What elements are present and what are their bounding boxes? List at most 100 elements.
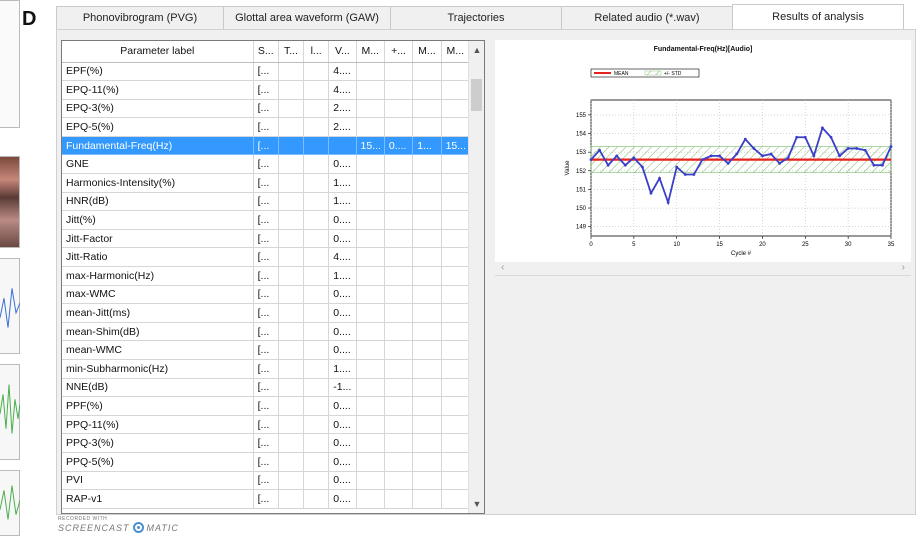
table-row[interactable]: RAP-v1 [... 0.... — [62, 489, 471, 509]
table-cell — [441, 340, 471, 360]
table-cell — [384, 62, 414, 82]
table-cell — [384, 285, 414, 305]
table-cell: [... — [253, 229, 279, 249]
data-point — [786, 156, 790, 160]
x-tick-label: 20 — [759, 242, 766, 248]
table-cell — [356, 340, 385, 360]
parameter-label-cell: PVI — [62, 471, 254, 491]
table-cell — [356, 359, 385, 379]
tab-bar: Phonovibrogram (PVG) Glottal area wavefo… — [56, 4, 916, 30]
header-v[interactable]: V... — [328, 41, 357, 63]
parameter-label-cell: EPQ-3(%) — [62, 99, 254, 119]
header-m1[interactable]: M... — [356, 41, 385, 63]
table-row[interactable]: mean-Shim(dB) [... 0.... — [62, 322, 471, 342]
tab-phonovibrogram[interactable]: Phonovibrogram (PVG) — [56, 6, 224, 30]
table-cell — [328, 136, 357, 156]
table-cell: 15... — [356, 136, 385, 156]
table-cell — [412, 322, 442, 342]
table-row[interactable]: max-Harmonic(Hz) [... 1.... — [62, 266, 471, 286]
x-tick-label: 0 — [589, 242, 593, 248]
table-cell — [278, 378, 305, 398]
table-cell — [441, 359, 471, 379]
strip-frame-wave-1 — [0, 258, 20, 354]
data-point — [675, 165, 679, 169]
data-point — [795, 135, 799, 139]
table-row[interactable]: NNE(dB) [... -1... — [62, 378, 471, 398]
header-m2[interactable]: M... — [412, 41, 442, 63]
data-point — [846, 147, 850, 150]
legend-mean-label: MEAN — [614, 71, 629, 77]
table-row[interactable]: PPQ-3(%) [... 0.... — [62, 433, 471, 453]
table-row[interactable]: Jitt-Ratio [... 4.... — [62, 247, 471, 268]
table-cell — [412, 303, 442, 323]
table-cell — [384, 489, 414, 509]
parameter-label-cell: PPF(%) — [62, 396, 254, 416]
table-row[interactable]: EPF(%) [... 4.... — [62, 62, 471, 82]
table-cell — [441, 62, 471, 82]
scroll-down-arrow-icon[interactable]: ▼ — [469, 495, 484, 513]
table-row[interactable]: Fundamental-Freq(Hz) [... 15... 0.... 1... 15… — [62, 136, 471, 156]
table-row[interactable]: EPQ-5(%) [... 2.... — [62, 117, 471, 137]
table-row[interactable]: PVI [... 0.... — [62, 471, 471, 491]
table-row[interactable]: Jitt(%) [... 0.... — [62, 210, 471, 230]
tab-trajectories[interactable]: Trajectories — [390, 6, 562, 30]
header-t[interactable]: T... — [278, 41, 305, 63]
y-tick-label: 149 — [576, 225, 587, 231]
table-row[interactable]: GNE [... 0.... — [62, 154, 471, 175]
table-row[interactable]: PPF(%) [... 0.... — [62, 396, 471, 416]
table-row[interactable]: mean-Jitt(ms) [... 0.... — [62, 303, 471, 323]
chart-horizontal-scrollbar[interactable]: ‹ › — [495, 262, 911, 276]
table-cell — [356, 80, 385, 100]
scroll-left-arrow-icon[interactable]: ‹ — [501, 262, 504, 273]
parameter-label-cell: Jitt-Factor — [62, 229, 254, 249]
header-m3[interactable]: M... — [441, 41, 471, 63]
table-cell: 0.... — [328, 433, 357, 453]
table-cell — [356, 396, 385, 416]
tab-results-of-analysis[interactable]: Results of analysis — [732, 4, 904, 30]
table-row[interactable]: Jitt-Factor [... 0.... — [62, 229, 471, 249]
table-row[interactable]: mean-WMC [... 0.... — [62, 340, 471, 360]
table-cell — [278, 303, 305, 323]
header-s[interactable]: S... — [253, 41, 279, 63]
data-point — [743, 137, 747, 141]
x-tick-label: 35 — [888, 242, 895, 248]
table-cell — [412, 415, 442, 435]
scroll-up-arrow-icon[interactable]: ▲ — [469, 41, 484, 59]
y-tick-label: 154 — [576, 132, 587, 138]
table-row[interactable]: max-WMC [... 0.... — [62, 285, 471, 305]
scrollbar-thumb[interactable] — [471, 79, 482, 111]
table-cell — [412, 359, 442, 379]
table-cell — [303, 80, 330, 100]
table-cell: [... — [253, 322, 279, 342]
table-cell: [... — [253, 266, 279, 286]
parameter-label-cell: HNR(dB) — [62, 192, 254, 212]
table-row[interactable]: EPQ-3(%) [... 2.... — [62, 99, 471, 119]
header-l[interactable]: l... — [303, 41, 330, 63]
tab-related-audio[interactable]: Related audio (*.wav) — [561, 6, 733, 30]
table-cell — [441, 229, 471, 249]
table-cell: 2.... — [328, 99, 357, 119]
table-row[interactable]: HNR(dB) [... 1.... — [62, 192, 471, 212]
table-row[interactable]: min-Subharmonic(Hz) [... 1.... — [62, 359, 471, 379]
table-cell — [356, 154, 385, 175]
table-cell: 0.... — [328, 340, 357, 360]
header-parameter-label[interactable]: Parameter label — [62, 41, 254, 63]
data-point — [778, 161, 781, 165]
header-plus[interactable]: +... — [384, 41, 414, 63]
tab-glottal-area-waveform[interactable]: Glottal area waveform (GAW) — [223, 6, 391, 30]
table-row[interactable]: EPQ-11(%) [... 4.... — [62, 80, 471, 100]
vertical-scrollbar[interactable]: ▲ ▼ — [468, 41, 484, 513]
data-point — [872, 163, 876, 167]
table-row[interactable]: PPQ-5(%) [... 0.... — [62, 452, 471, 472]
table-cell — [384, 173, 414, 193]
scroll-right-arrow-icon[interactable]: › — [902, 262, 905, 273]
parameter-grid[interactable]: Parameter label S... T... l... V... M... +... M… — [61, 40, 485, 514]
table-row[interactable]: PPQ-11(%) [... 0.... — [62, 415, 471, 435]
table-cell: [... — [253, 192, 279, 212]
table-cell — [441, 192, 471, 212]
table-row[interactable]: Harmonics-Intensity(%) [... 1.... — [62, 173, 471, 193]
table-cell — [441, 396, 471, 416]
table-cell — [384, 154, 414, 175]
table-cell — [356, 62, 385, 82]
data-point — [649, 191, 653, 195]
